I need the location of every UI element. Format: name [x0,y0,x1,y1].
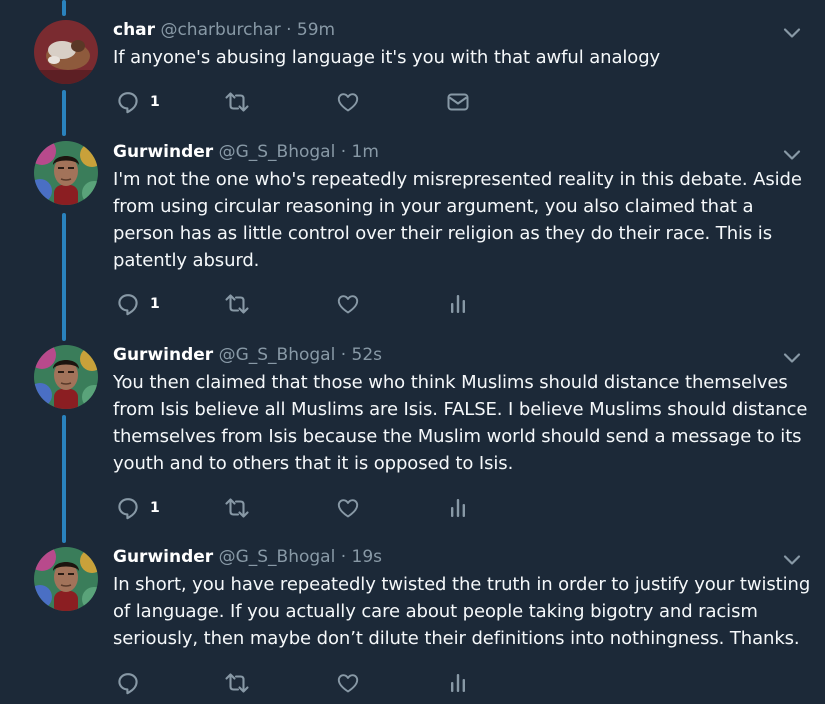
handle[interactable]: @charburchar [160,20,280,40]
thread-connector-line [62,213,66,341]
mail-icon [446,90,470,114]
retweet-button[interactable] [224,495,250,521]
display-name[interactable]: Gurwinder [113,345,213,365]
reply-icon [116,496,140,520]
analytics-button[interactable] [446,495,470,521]
retweet-icon [224,90,250,114]
avatar[interactable] [34,20,98,84]
tweet-text: If anyone's abusing language it's you wi… [113,47,661,68]
retweet-icon [224,496,250,520]
analytics-button[interactable] [446,670,470,696]
thread-connector-line [62,0,66,16]
analytics-button[interactable] [446,291,470,317]
handle[interactable]: @G_S_Bhogal [219,345,336,365]
tweet-header: char @charburchar · 59m [113,20,335,40]
like-button[interactable] [336,670,360,696]
reply-icon [116,292,140,316]
reply-count: 1 [150,500,160,516]
tweet-text: I'm not the one who's repeatedly misrepr… [113,169,802,271]
reply-button[interactable] [116,670,150,696]
analytics-icon [446,496,470,520]
tweet-text: You then claimed that those who think Mu… [113,372,808,474]
chevron-down-icon[interactable] [782,26,802,40]
tweet-text: In short, you have repeatedly twisted th… [113,574,811,649]
like-button[interactable] [336,89,360,115]
display-name[interactable]: Gurwinder [113,547,213,567]
tweet-header: Gurwinder @G_S_Bhogal · 19s [113,547,382,567]
analytics-icon [446,292,470,316]
handle[interactable]: @G_S_Bhogal [219,547,336,567]
tweet-header: Gurwinder @G_S_Bhogal · 1m [113,142,379,162]
retweet-button[interactable] [224,291,250,317]
timestamp[interactable]: · 19s [341,547,382,567]
reply-count: 1 [150,296,160,312]
avatar[interactable] [34,547,98,611]
chevron-down-icon[interactable] [782,351,802,365]
direct-message-button[interactable] [446,89,470,115]
retweet-button[interactable] [224,670,250,696]
reply-button[interactable]: 1 [116,495,160,521]
reply-icon [116,671,140,695]
like-button[interactable] [336,291,360,317]
timestamp[interactable]: · 52s [341,345,382,365]
handle[interactable]: @G_S_Bhogal [219,142,336,162]
reply-button[interactable]: 1 [116,89,160,115]
retweet-icon [224,292,250,316]
chevron-down-icon[interactable] [782,148,802,162]
timestamp[interactable]: · 59m [286,20,335,40]
like-icon [336,90,360,114]
retweet-button[interactable] [224,89,250,115]
retweet-icon [224,671,250,695]
avatar[interactable] [34,345,98,409]
thread-connector-line [62,415,66,543]
thread-connector-line [62,90,66,136]
like-icon [336,496,360,520]
like-icon [336,671,360,695]
display-name[interactable]: Gurwinder [113,142,213,162]
chevron-down-icon[interactable] [782,553,802,567]
avatar[interactable] [34,141,98,205]
tweet-header: Gurwinder @G_S_Bhogal · 52s [113,345,382,365]
reply-count: 1 [150,94,160,110]
like-icon [336,292,360,316]
like-button[interactable] [336,495,360,521]
reply-icon [116,90,140,114]
analytics-icon [446,671,470,695]
display-name[interactable]: char [113,20,155,40]
reply-button[interactable]: 1 [116,291,160,317]
timestamp[interactable]: · 1m [341,142,379,162]
